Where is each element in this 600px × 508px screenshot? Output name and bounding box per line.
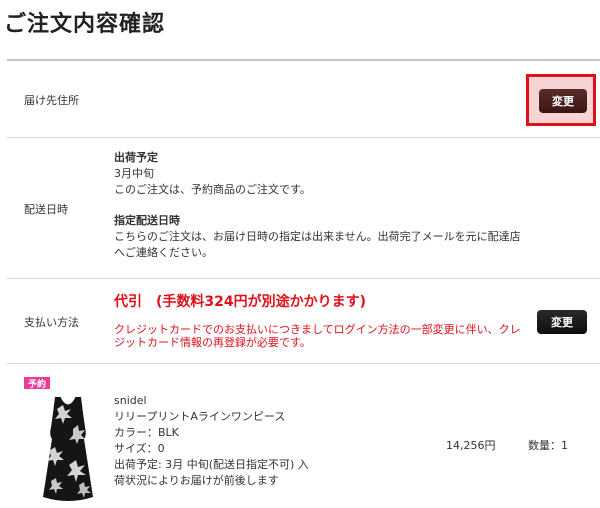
ship-note: このご注文は、予約商品のご注文です。 — [114, 183, 311, 196]
item-size: サイズ：0 — [114, 442, 165, 455]
date-note-line1: こちらのご注文は、お届け日時の指定は出来ません。出荷完了メールを元に配達店 — [114, 230, 521, 243]
address-change-highlight: 変更 — [526, 74, 596, 126]
page-title: ご注文内容確認 — [4, 12, 166, 37]
item-brand: snidel — [114, 394, 147, 407]
delivery-label: 配送日時 — [24, 203, 68, 216]
payment-change-button[interactable]: 変更 — [537, 310, 587, 334]
product-image[interactable] — [33, 393, 103, 505]
item-ship-info-line1: 出荷予定: 3月 中旬(配送日指定不可) 入 — [114, 458, 309, 471]
item-ship-info-line2: 荷状況によりお届けが前後します — [114, 474, 279, 487]
item-quantity: 数量：1 — [528, 439, 568, 452]
payment-method: 代引 (手数料324円が別途かかります) — [114, 294, 367, 310]
item-color: カラー：BLK — [114, 426, 179, 439]
address-label: 届け先住所 — [24, 94, 79, 107]
preorder-badge: 予約 — [24, 377, 50, 390]
payment-label: 支払い方法 — [24, 316, 79, 329]
address-row: 届け先住所 — [7, 61, 600, 138]
payment-notice-line2: ジットカード情報の再登録が必要です。 — [114, 336, 311, 349]
item-price: 14,256円 — [446, 439, 496, 452]
date-heading: 指定配送日時 — [114, 214, 180, 227]
ship-heading: 出荷予定 — [114, 151, 158, 164]
address-change-button[interactable]: 変更 — [539, 89, 587, 113]
date-note-line2: へご連絡ください。 — [114, 246, 213, 259]
delivery-row: 配送日時 — [7, 138, 600, 279]
ship-month: 3月中旬 — [114, 167, 154, 180]
item-name[interactable]: リリープリントAラインワンピース — [114, 409, 285, 425]
